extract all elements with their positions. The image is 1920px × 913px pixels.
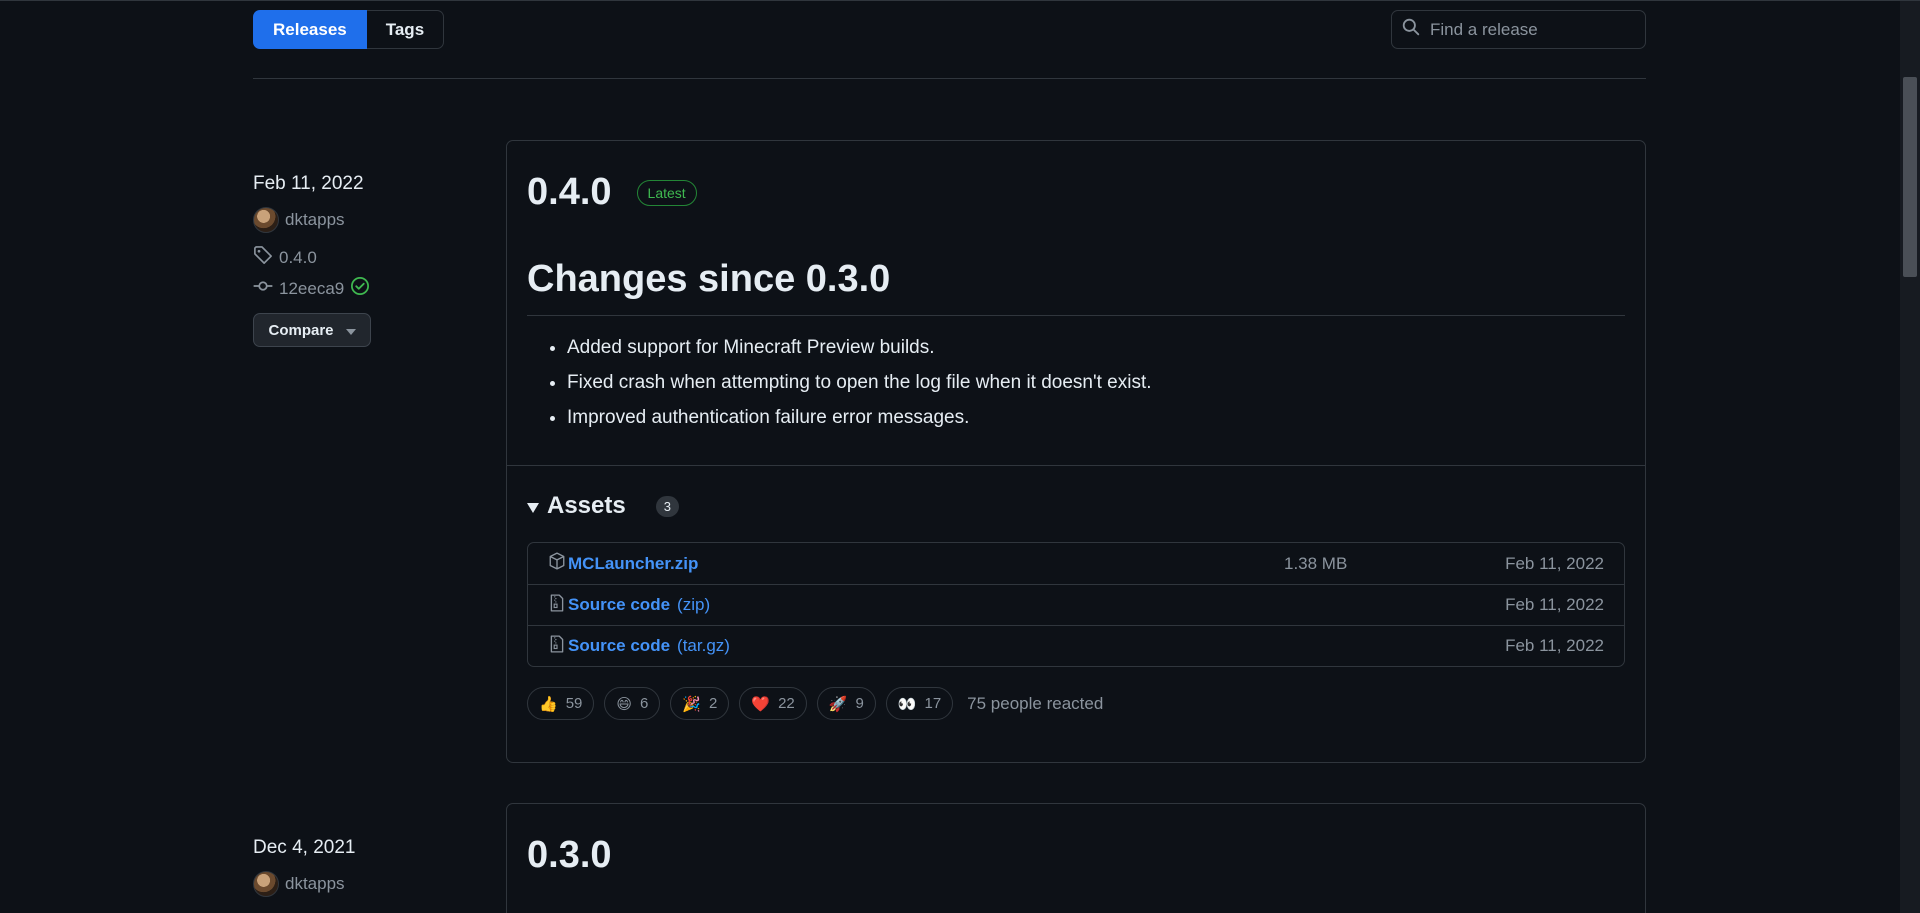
search-icon [1402,18,1420,41]
author-row[interactable]: dktapps [253,871,493,897]
reaction-heart[interactable]: ❤️ 22 [739,687,807,720]
rocket-icon: 🚀 [828,695,848,713]
assets-count-badge: 3 [655,495,679,517]
search-input[interactable] [1430,19,1630,40]
triangle-down-icon [527,492,539,520]
reaction-count: 17 [924,695,942,712]
list-item: Added support for Minecraft Preview buil… [567,330,1625,365]
thumbs-up-icon: 👍 [539,695,558,713]
asset-date: Feb 11, 2022 [1505,553,1604,573]
author-row[interactable]: dktapps [253,207,493,233]
author-name[interactable]: dktapps [285,210,345,230]
tag-name[interactable]: 0.4.0 [279,248,317,268]
release-title-row: 0.4.0 Latest [527,141,1625,214]
assets-label: Assets [547,492,626,519]
asset-link[interactable]: Source code [568,595,670,615]
file-zip-icon [548,593,566,617]
compare-button[interactable]: Compare [253,313,371,347]
reactions-summary[interactable]: 75 people reacted [967,694,1103,714]
reactions-bar: 👍 59 😄 6 🎉 2 ❤️ 22 🚀 9 👀 17 75 people re… [527,687,1625,720]
asset-size: 1.38 MB [1284,553,1348,573]
divider [253,78,1646,79]
asset-row: Source code (zip) Feb 11, 2022 [528,584,1624,625]
assets-section: Assets 3 MCLauncher.zip 1.38 MB Feb 11, … [507,465,1645,738]
tag-row[interactable]: 0.4.0 [253,245,493,270]
release-meta: Feb 11, 2022 dktapps 0.4.0 12eeca9 Compa… [253,173,493,347]
reaction-eyes[interactable]: 👀 17 [885,687,954,720]
release-card: 0.4.0 Latest Changes since 0.3.0 Added s… [506,140,1646,763]
asset-suffix[interactable]: (tar.gz) [677,636,730,656]
asset-date: Feb 11, 2022 [1505,636,1604,655]
reaction-count: 22 [778,695,795,712]
heart-icon: ❤️ [751,695,771,713]
list-item: Improved authentication failure error me… [567,400,1625,435]
triangle-down-icon [345,322,356,339]
release-card: 0.3.0 [506,803,1646,913]
avatar [253,207,279,233]
release-meta: Dec 4, 2021 dktapps [253,837,493,897]
reaction-count: 59 [565,695,583,712]
list-item: Fixed crash when attempting to open the … [567,365,1625,400]
reaction-hooray[interactable]: 🎉 2 [670,687,730,720]
asset-link[interactable]: Source code [568,636,670,656]
hooray-icon: 🎉 [682,695,702,713]
latest-badge: Latest [636,179,697,206]
git-commit-icon [253,276,273,301]
release-notes-heading: Changes since 0.3.0 [527,258,1625,316]
tag-icon [253,245,273,270]
tab-tags[interactable]: Tags [366,10,445,49]
eyes-icon: 👀 [897,695,917,713]
author-name[interactable]: dktapps [285,874,345,894]
release-date: Dec 4, 2021 [253,837,356,858]
reaction-rocket[interactable]: 🚀 9 [816,687,876,720]
assets-list: MCLauncher.zip 1.38 MB Feb 11, 2022 Sour… [527,542,1625,667]
releases-page: Releases Tags Feb 11, 2022 dktapps 0.4.0… [0,0,1920,913]
release-date: Feb 11, 2022 [253,173,364,194]
laugh-icon: 😄 [616,695,633,713]
asset-row: MCLauncher.zip 1.38 MB Feb 11, 2022 [528,543,1624,584]
reaction-laugh[interactable]: 😄 6 [604,687,661,720]
asset-suffix[interactable]: (zip) [677,595,710,615]
scrollbar-thumb[interactable] [1903,77,1917,277]
release-notes-list: Added support for Minecraft Preview buil… [567,330,1625,465]
asset-row: Source code (tar.gz) Feb 11, 2022 [528,625,1624,666]
reaction-count: 9 [855,695,864,712]
release-title-row: 0.3.0 [527,804,1625,877]
releases-tags-switcher: Releases Tags [253,10,445,49]
release-title[interactable]: 0.3.0 [527,834,612,877]
commit-row[interactable]: 12eeca9 [253,276,493,301]
package-icon [548,552,566,575]
assets-toggle[interactable]: Assets 3 [527,492,1625,520]
release-search[interactable] [1391,10,1646,49]
reaction-thumbs-up[interactable]: 👍 59 [527,687,595,720]
asset-link[interactable]: MCLauncher.zip [568,554,698,574]
scrollbar[interactable] [1900,1,1920,913]
compare-label: Compare [268,321,334,339]
asset-date: Feb 11, 2022 [1505,595,1604,614]
release-title[interactable]: 0.4.0 [527,171,612,214]
commit-sha[interactable]: 12eeca9 [279,279,344,299]
file-zip-icon [548,634,566,658]
reaction-count: 2 [709,695,718,712]
tab-releases[interactable]: Releases [253,10,367,49]
avatar [253,871,279,897]
verified-check-icon[interactable] [350,276,370,301]
reaction-count: 6 [640,695,649,712]
